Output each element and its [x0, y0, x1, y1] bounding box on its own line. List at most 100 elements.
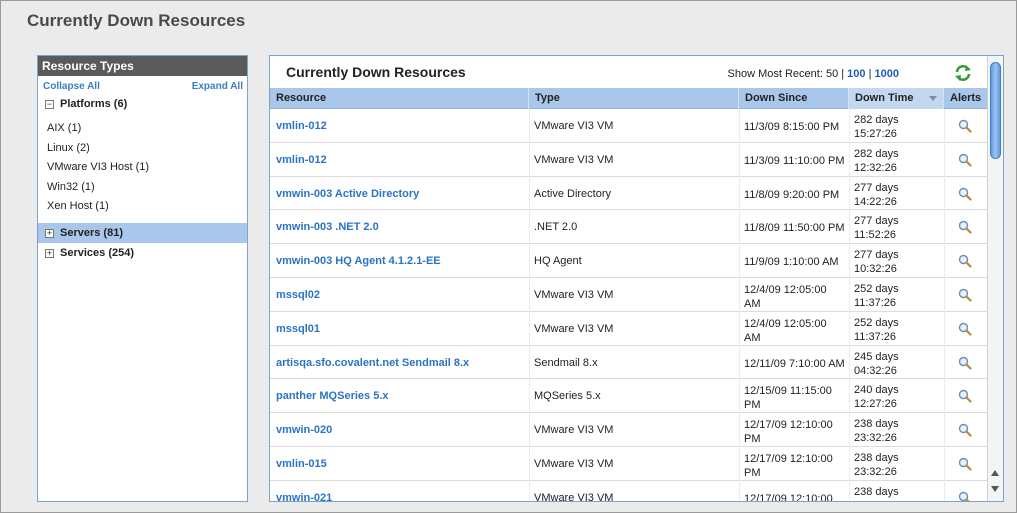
down-time: 238 days 23:32:26	[854, 417, 924, 450]
magnifier-icon[interactable]	[958, 288, 972, 302]
table-row: vmwin-003 HQ Agent 4.1.2.1-EE HQ Agent 11/…	[270, 244, 988, 278]
collapse-all-link[interactable]: Collapse All	[43, 81, 100, 92]
table-row: vmlin-015 VMware VI3 VM 12/17/09 12:10:00 P…	[270, 447, 988, 481]
tree-item-aix[interactable]: AIX (1)	[38, 118, 247, 138]
table-row: vmlin-012 VMware VI3 VM 11/3/09 11:10:00 P…	[270, 143, 988, 177]
tree-node-label: Servers (81)	[60, 226, 123, 239]
down-time: 252 days 11:37:26	[854, 316, 924, 349]
magnifier-icon[interactable]	[958, 423, 972, 437]
down-time-days: 238 days	[854, 451, 899, 464]
down-since: 12/17/09 12:10:00	[744, 492, 852, 502]
table-row: vmwin-021 VMware VI3 VM 12/17/09 12:10:00 2…	[270, 481, 988, 502]
show-100-link[interactable]: 100	[847, 68, 865, 80]
magnifier-icon[interactable]	[958, 356, 972, 370]
magnifier-icon[interactable]	[958, 457, 972, 471]
down-time-days: 277 days	[854, 249, 899, 262]
down-time-days: 238 days	[854, 418, 899, 431]
refresh-icon[interactable]	[954, 64, 972, 82]
window-frame: Currently Down Resources Resource Types …	[0, 0, 1017, 513]
down-time-clock: 10:32:26	[854, 263, 897, 276]
column-resource[interactable]: Resource	[270, 88, 529, 109]
scroll-up-icon[interactable]	[991, 470, 999, 476]
down-since-line1: 11/3/09 11:10:00 PM	[744, 154, 845, 167]
tree-item-vmware-host[interactable]: VMware VI3 Host (1)	[38, 157, 247, 177]
tree-item-win32[interactable]: Win32 (1)	[38, 177, 247, 197]
down-time-clock: 11:52:26	[854, 229, 897, 242]
down-time-clock: 23:32:26	[854, 432, 897, 445]
down-resources-panel: Currently Down Resources Show Most Recen…	[269, 55, 1004, 502]
magnifier-icon[interactable]	[958, 153, 972, 167]
down-since-line1: 12/17/09 12:10:00	[744, 492, 833, 502]
down-time: 240 days 12:27:26	[854, 383, 924, 416]
down-time: 282 days 12:32:26	[854, 147, 924, 180]
column-down-since[interactable]: Down Since	[739, 88, 849, 109]
tree-node-servers[interactable]: + Servers (81)	[38, 222, 247, 243]
table-row: vmlin-012 VMware VI3 VM 11/3/09 8:15:00 PM…	[270, 109, 988, 143]
column-down-time[interactable]: Down Time	[849, 88, 944, 109]
column-divider	[739, 109, 740, 501]
tree-item-xen-host[interactable]: Xen Host (1)	[38, 196, 247, 216]
down-since-line1: 11/3/09 8:15:00 PM	[744, 121, 840, 133]
magnifier-icon[interactable]	[958, 187, 972, 201]
column-type[interactable]: Type	[529, 88, 739, 109]
column-alerts[interactable]: Alerts	[944, 88, 988, 109]
tree-node-platforms[interactable]: − Platforms (6)	[38, 94, 247, 114]
resource-types-header: Resource Types	[38, 56, 247, 76]
tree-item-linux[interactable]: Linux (2)	[38, 138, 247, 158]
down-since-line1: 12/17/09 12:10:00	[744, 452, 833, 465]
expand-toggle-icon[interactable]: +	[45, 228, 54, 238]
table-row: artisqa.sfo.covalent.net Sendmail 8.x Sen…	[270, 346, 988, 380]
down-time-clock: 15:27:26	[854, 128, 897, 140]
table-row: mssql02 VMware VI3 VM 12/4/09 12:05:00 AM 25…	[270, 278, 988, 312]
down-time-days: 245 days	[854, 350, 899, 363]
page-title: Currently Down Resources	[27, 11, 246, 30]
down-time: 277 days 10:32:26	[854, 248, 924, 281]
expand-toggle-icon[interactable]: +	[45, 248, 54, 258]
down-since-line2: PM	[744, 466, 761, 479]
down-since-line1: 12/11/09 7:10:00 AM	[744, 357, 845, 370]
scroll-down-icon[interactable]	[991, 486, 999, 492]
table-row: panther MQSeries 5.x MQSeries 5.x 12/15/09…	[270, 379, 988, 416]
down-since-line2: AM	[744, 331, 761, 344]
down-time-clock: 11:37:26	[854, 296, 897, 309]
resource-type: VMware VI3 VM	[534, 491, 614, 502]
show-1000-link[interactable]: 1000	[875, 68, 899, 80]
down-since-line1: 11/8/09 11:50:00 PM	[744, 222, 845, 235]
down-since-line2: PM	[744, 399, 761, 412]
down-since-line1: 11/8/09 9:20:00 PM	[744, 188, 840, 201]
tree-node-services[interactable]: + Services (254)	[38, 243, 247, 263]
down-time-days: 282 days	[854, 114, 899, 126]
sort-descending-icon	[929, 96, 937, 101]
down-time-clock: 12:32:26	[854, 161, 897, 174]
magnifier-icon[interactable]	[958, 254, 972, 268]
down-time-days: 277 days	[854, 215, 899, 228]
resources-table: Resource Type Down Since Down Time Alert…	[270, 88, 988, 502]
scrollbar-thumb[interactable]	[990, 62, 1001, 159]
expand-all-link[interactable]: Expand All	[192, 81, 243, 92]
vertical-scrollbar[interactable]	[987, 56, 1003, 501]
column-divider	[849, 109, 850, 501]
down-time-days: 252 days	[854, 316, 899, 329]
collapse-toggle-icon[interactable]: −	[45, 100, 54, 109]
panel-title: Currently Down Resources	[286, 64, 466, 80]
magnifier-icon[interactable]	[958, 119, 972, 133]
magnifier-icon[interactable]	[958, 322, 972, 336]
table-body: vmlin-012 VMware VI3 VM 11/3/09 8:15:00 PM…	[270, 109, 988, 502]
down-time-clock: 12:27:26	[854, 398, 897, 411]
down-time: 277 days 14:22:26	[854, 181, 924, 214]
table-row: vmwin-003 .NET 2.0 .NET 2.0 11/8/09 11:50:…	[270, 210, 988, 245]
down-time-days: 277 days	[854, 181, 899, 194]
down-time-clock: 04:32:26	[854, 364, 897, 377]
table-row: mssql01 VMware VI3 VM 12/4/09 12:05:00 AM 25…	[270, 312, 988, 346]
down-time: 252 days 11:37:26	[854, 282, 924, 315]
show-most-recent: Show Most Recent: 50 | 100 | 1000	[728, 68, 899, 80]
down-time-days: 238 days	[854, 485, 899, 498]
down-since-line1: 12/4/09 12:05:00	[744, 317, 827, 330]
tree-node-label: Services (254)	[60, 246, 134, 259]
magnifier-icon[interactable]	[958, 491, 972, 502]
resource-link[interactable]: vmwin-021	[276, 492, 332, 501]
column-divider	[529, 109, 530, 501]
magnifier-icon[interactable]	[958, 220, 972, 234]
down-time: 282 days 15:27:26	[854, 113, 924, 146]
magnifier-icon[interactable]	[958, 389, 972, 403]
